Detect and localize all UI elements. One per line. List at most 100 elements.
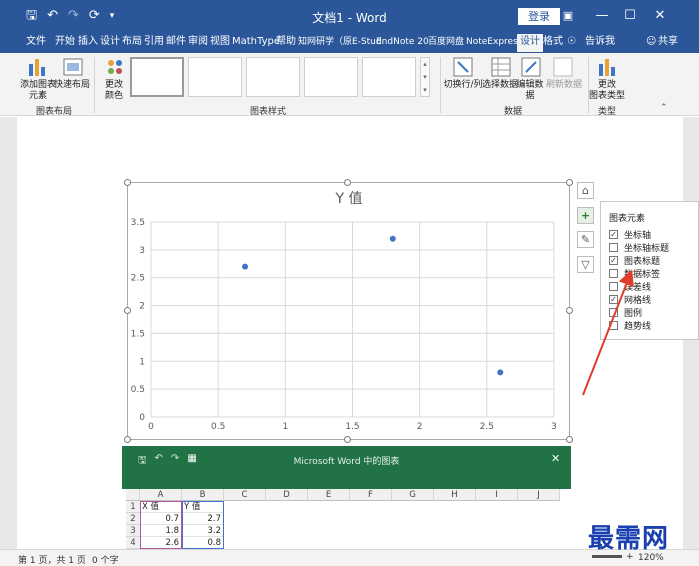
minimize-button[interactable]: — — [592, 7, 612, 25]
row-header[interactable]: 4 — [126, 537, 140, 549]
select-data-button[interactable]: 选择数据 — [482, 80, 518, 91]
cell-b4[interactable]: 0.8 — [182, 537, 224, 549]
data-point[interactable] — [242, 263, 249, 270]
checkbox-legend[interactable] — [609, 307, 618, 317]
col-header-f[interactable]: F — [350, 489, 392, 501]
resize-handle[interactable] — [566, 307, 573, 314]
spreadsheet-grid[interactable]: A B C D E F G H I J 1 X 值 Y 值 2 0.7 2.7 … — [122, 489, 571, 549]
element-axis-titles[interactable]: 坐标轴标题 — [609, 241, 669, 254]
resize-handle[interactable] — [124, 179, 131, 186]
edit-data-button[interactable]: 编辑数 据 — [514, 80, 546, 102]
chart-styles-brush-icon[interactable]: ✎ — [577, 231, 594, 248]
resize-handle[interactable] — [124, 436, 131, 443]
share-button[interactable]: 共享 — [658, 35, 678, 49]
tab-endnote[interactable]: EndNote 20 — [376, 35, 429, 49]
checkbox-gridlines[interactable]: ✓ — [609, 294, 618, 304]
tab-design[interactable]: 设计 — [100, 35, 120, 49]
tab-references[interactable]: 引用 — [144, 35, 164, 49]
chart-style-1[interactable] — [130, 57, 184, 97]
chart-title[interactable]: Y 值 — [334, 191, 362, 207]
data-point[interactable] — [389, 235, 396, 242]
excel-close-button[interactable]: ✕ — [551, 452, 560, 465]
tab-view[interactable]: 视图 — [210, 35, 230, 49]
cell-a1[interactable]: X 值 — [140, 501, 182, 513]
cell-b1[interactable]: Y 值 — [182, 501, 224, 513]
select-all-corner[interactable] — [126, 489, 140, 501]
tab-cnki[interactable]: 知网研学（原E-Stud — [298, 35, 382, 49]
resize-handle[interactable] — [124, 307, 131, 314]
quick-layout-icon[interactable] — [62, 56, 84, 78]
element-legend[interactable]: 图例 — [609, 306, 642, 319]
col-header-c[interactable]: C — [224, 489, 266, 501]
tab-mathtype[interactable]: MathType — [232, 35, 280, 49]
checkbox-error-bars[interactable] — [609, 281, 618, 291]
tab-review[interactable]: 审阅 — [188, 35, 208, 49]
element-gridlines[interactable]: ✓ 网格线 — [609, 293, 651, 306]
maximize-button[interactable]: ☐ — [620, 7, 640, 25]
resize-handle[interactable] — [566, 179, 573, 186]
person-icon[interactable]: ☺ — [646, 35, 656, 49]
select-data-icon[interactable] — [490, 56, 512, 78]
col-header-a[interactable]: A — [140, 489, 182, 501]
row-header[interactable]: 2 — [126, 513, 140, 525]
col-header-d[interactable]: D — [266, 489, 308, 501]
cell-a4[interactable]: 2.6 — [140, 537, 182, 549]
word-count[interactable]: 0 个字 — [92, 553, 119, 566]
tell-me-search[interactable]: 告诉我 — [585, 35, 615, 49]
checkbox-trendline[interactable] — [609, 320, 618, 330]
col-header-b[interactable]: B — [182, 489, 224, 501]
tab-home[interactable]: 开始 — [55, 35, 75, 49]
element-data-labels[interactable]: 数据标签 — [609, 267, 660, 280]
scatter-chart[interactable]: Y 值 0 0.5 1 1.5 2 2.5 3 3.5 0 0.5 1 1.5 2 2.5 3 — [127, 182, 571, 441]
tab-chart-design[interactable]: 设计 — [517, 34, 543, 52]
resize-handle[interactable] — [344, 179, 351, 186]
row-header[interactable]: 1 — [126, 501, 140, 513]
quick-layout-button[interactable]: 快速布局 — [54, 80, 90, 91]
col-header-i[interactable]: I — [476, 489, 518, 501]
row-header[interactable]: 3 — [126, 525, 140, 537]
element-axes[interactable]: ✓ 坐标轴 — [609, 228, 651, 241]
change-colors-icon[interactable] — [104, 56, 126, 78]
tab-layout[interactable]: 布局 — [122, 35, 142, 49]
col-header-j[interactable]: J — [518, 489, 560, 501]
add-chart-element-icon[interactable] — [26, 56, 48, 78]
close-button[interactable]: ✕ — [650, 7, 670, 25]
checkbox-data-labels[interactable] — [609, 268, 618, 278]
change-colors-button[interactable]: 更改 颜色 — [98, 80, 130, 102]
tab-file[interactable]: 文件 — [26, 35, 46, 49]
tab-mailings[interactable]: 邮件 — [166, 35, 186, 49]
tab-baidu-netdisk[interactable]: 百度网盘 — [428, 35, 464, 49]
collapse-ribbon-icon[interactable]: ⌃ — [660, 103, 668, 113]
chart-elements-plus-icon[interactable]: + — [577, 207, 594, 224]
resize-handle[interactable] — [344, 436, 351, 443]
ribbon-display-icon[interactable]: ▣ — [558, 7, 578, 25]
col-header-g[interactable]: G — [392, 489, 434, 501]
chart-style-2[interactable] — [188, 57, 242, 97]
cell-b3[interactable]: 3.2 — [182, 525, 224, 537]
chart-style-5[interactable] — [362, 57, 416, 97]
chart-style-3[interactable] — [246, 57, 300, 97]
chart-filter-icon[interactable]: ▽ — [577, 256, 594, 273]
cell-a2[interactable]: 0.7 — [140, 513, 182, 525]
page-count[interactable]: 第 1 页，共 1 页 — [18, 553, 86, 566]
switch-row-column-button[interactable]: 切换行/列 — [443, 80, 483, 91]
col-header-e[interactable]: E — [308, 489, 350, 501]
checkbox-axis-titles[interactable] — [609, 242, 618, 252]
cell-a3[interactable]: 1.8 — [140, 525, 182, 537]
resize-handle[interactable] — [566, 436, 573, 443]
element-chart-title[interactable]: ✓ 图表标题 — [609, 254, 660, 267]
tab-insert[interactable]: 插入 — [78, 35, 98, 49]
checkbox-axes[interactable]: ✓ — [609, 229, 618, 239]
edit-data-icon[interactable] — [520, 56, 542, 78]
cell-b2[interactable]: 2.7 — [182, 513, 224, 525]
switch-row-column-icon[interactable] — [452, 56, 474, 78]
change-chart-type-icon[interactable] — [596, 56, 618, 78]
element-error-bars[interactable]: 误差线 — [609, 280, 651, 293]
tab-format[interactable]: 格式 — [543, 35, 563, 49]
element-trendline[interactable]: 趋势线 — [609, 319, 651, 332]
tab-noteexpress[interactable]: NoteExpress — [466, 35, 522, 49]
gallery-scroll[interactable]: ▴ ▾ ▾ — [420, 57, 430, 97]
change-chart-type-button[interactable]: 更改 图表类型 — [588, 80, 626, 102]
lightbulb-icon[interactable]: ☉ — [567, 35, 576, 49]
add-chart-element-button[interactable]: 添加图表 元素 — [18, 80, 58, 102]
